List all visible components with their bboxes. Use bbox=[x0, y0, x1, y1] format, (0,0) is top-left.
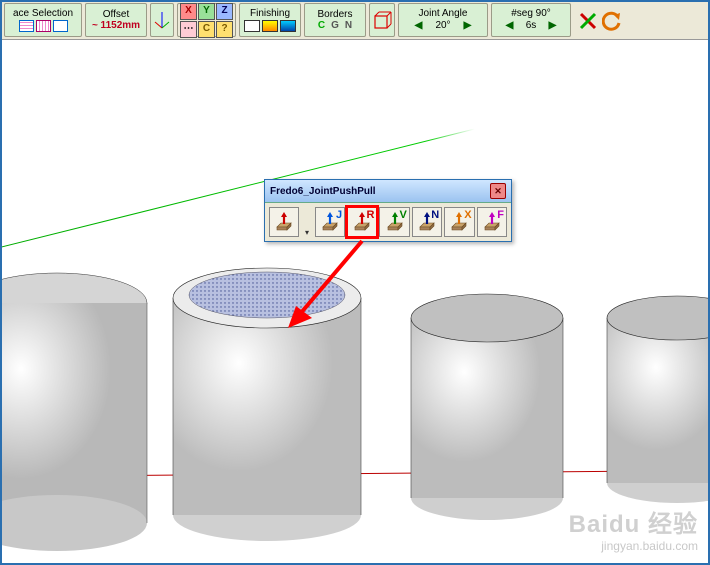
jointpushpull-palette[interactable]: Fredo6_JointPushPull ✕ ▾JRVNXF bbox=[264, 179, 512, 242]
seg-decrease[interactable]: ◀ bbox=[504, 20, 515, 31]
cube-toggle[interactable] bbox=[369, 3, 395, 37]
offset-value: ~ 1152mm bbox=[92, 21, 140, 31]
cylinder-1 bbox=[2, 263, 152, 553]
palette-titlebar[interactable]: Fredo6_JointPushPull ✕ bbox=[265, 180, 511, 203]
face-selection-swatches bbox=[19, 20, 68, 32]
cylinder-3 bbox=[407, 283, 567, 523]
borders-label: Borders bbox=[317, 10, 352, 20]
angle-decrease[interactable]: ◀ bbox=[413, 20, 424, 31]
seg-group[interactable]: #seg 90° ◀ 6s ▶ bbox=[491, 3, 571, 37]
palette-button-F[interactable]: F bbox=[477, 207, 507, 237]
viewport[interactable]: Fredo6_JointPushPull ✕ ▾JRVNXF Baidu 经验 … bbox=[2, 41, 708, 563]
seg-increase[interactable]: ▶ bbox=[547, 20, 558, 31]
axis-dots[interactable]: ⋯ bbox=[180, 21, 197, 38]
borders-g[interactable]: G bbox=[331, 21, 339, 31]
palette-title-text: Fredo6_JointPushPull bbox=[270, 186, 376, 197]
finishing-opt-1[interactable] bbox=[244, 20, 260, 32]
seg-value: 6s bbox=[517, 21, 545, 31]
borders-n[interactable]: N bbox=[345, 21, 352, 31]
finishing-label: Finishing bbox=[250, 9, 290, 19]
offset-label: Offset bbox=[103, 10, 130, 20]
axis-c[interactable]: C bbox=[198, 21, 215, 38]
seg-label: #seg 90° bbox=[511, 9, 551, 19]
palette-button-J[interactable]: J bbox=[315, 207, 345, 237]
main-toolbar: ace Selection Offset ~ 1152mm X Y Z ⋯ C bbox=[2, 2, 708, 40]
palette-button-plain[interactable] bbox=[269, 207, 299, 237]
face-selection-group[interactable]: ace Selection bbox=[4, 3, 82, 37]
axis-z[interactable]: Z bbox=[216, 3, 233, 20]
joint-angle-label: Joint Angle bbox=[419, 9, 468, 19]
joint-angle-group[interactable]: Joint Angle ◀ 20° ▶ bbox=[398, 3, 488, 37]
palette-dropdown[interactable]: ▾ bbox=[301, 207, 312, 237]
cube-icon bbox=[372, 10, 392, 30]
axis-pick-icon[interactable] bbox=[150, 3, 174, 37]
end-icons bbox=[574, 3, 626, 38]
watermark: Baidu 经验 jingyan.baidu.com bbox=[569, 504, 698, 553]
offset-group[interactable]: Offset ~ 1152mm bbox=[85, 3, 147, 37]
angle-increase[interactable]: ▶ bbox=[462, 20, 473, 31]
finishing-opt-2[interactable] bbox=[262, 20, 278, 32]
finishing-opt-3[interactable] bbox=[280, 20, 296, 32]
palette-button-N[interactable]: N bbox=[412, 207, 442, 237]
cylinder-2-selected bbox=[167, 253, 367, 543]
cancel-icon[interactable] bbox=[578, 11, 598, 31]
axis-x[interactable]: X bbox=[180, 3, 197, 20]
cylinder-4 bbox=[602, 288, 708, 508]
palette-body: ▾JRVNXF bbox=[265, 203, 511, 241]
undo-icon[interactable] bbox=[602, 11, 622, 31]
axis-q[interactable]: ? bbox=[216, 21, 233, 38]
palette-button-V[interactable]: V bbox=[379, 207, 409, 237]
face-selection-label: ace Selection bbox=[13, 9, 73, 19]
swatch-3[interactable] bbox=[53, 20, 68, 32]
palette-button-R[interactable]: R bbox=[347, 207, 377, 237]
palette-button-X[interactable]: X bbox=[444, 207, 474, 237]
finishing-group[interactable]: Finishing bbox=[239, 3, 301, 37]
watermark-brand: Baidu 经验 bbox=[569, 504, 698, 539]
borders-group[interactable]: Borders C G N bbox=[304, 3, 366, 37]
axis-y[interactable]: Y bbox=[198, 3, 215, 20]
joint-angle-value: 20° bbox=[426, 21, 460, 31]
axes-group: X Y Z ⋯ C ? bbox=[177, 3, 236, 37]
swatch-2[interactable] bbox=[36, 20, 51, 32]
watermark-url: jingyan.baidu.com bbox=[569, 539, 698, 553]
borders-c[interactable]: C bbox=[318, 21, 325, 31]
swatch-1[interactable] bbox=[19, 20, 34, 32]
palette-close-button[interactable]: ✕ bbox=[490, 183, 506, 199]
axis-origin-icon bbox=[153, 8, 171, 32]
